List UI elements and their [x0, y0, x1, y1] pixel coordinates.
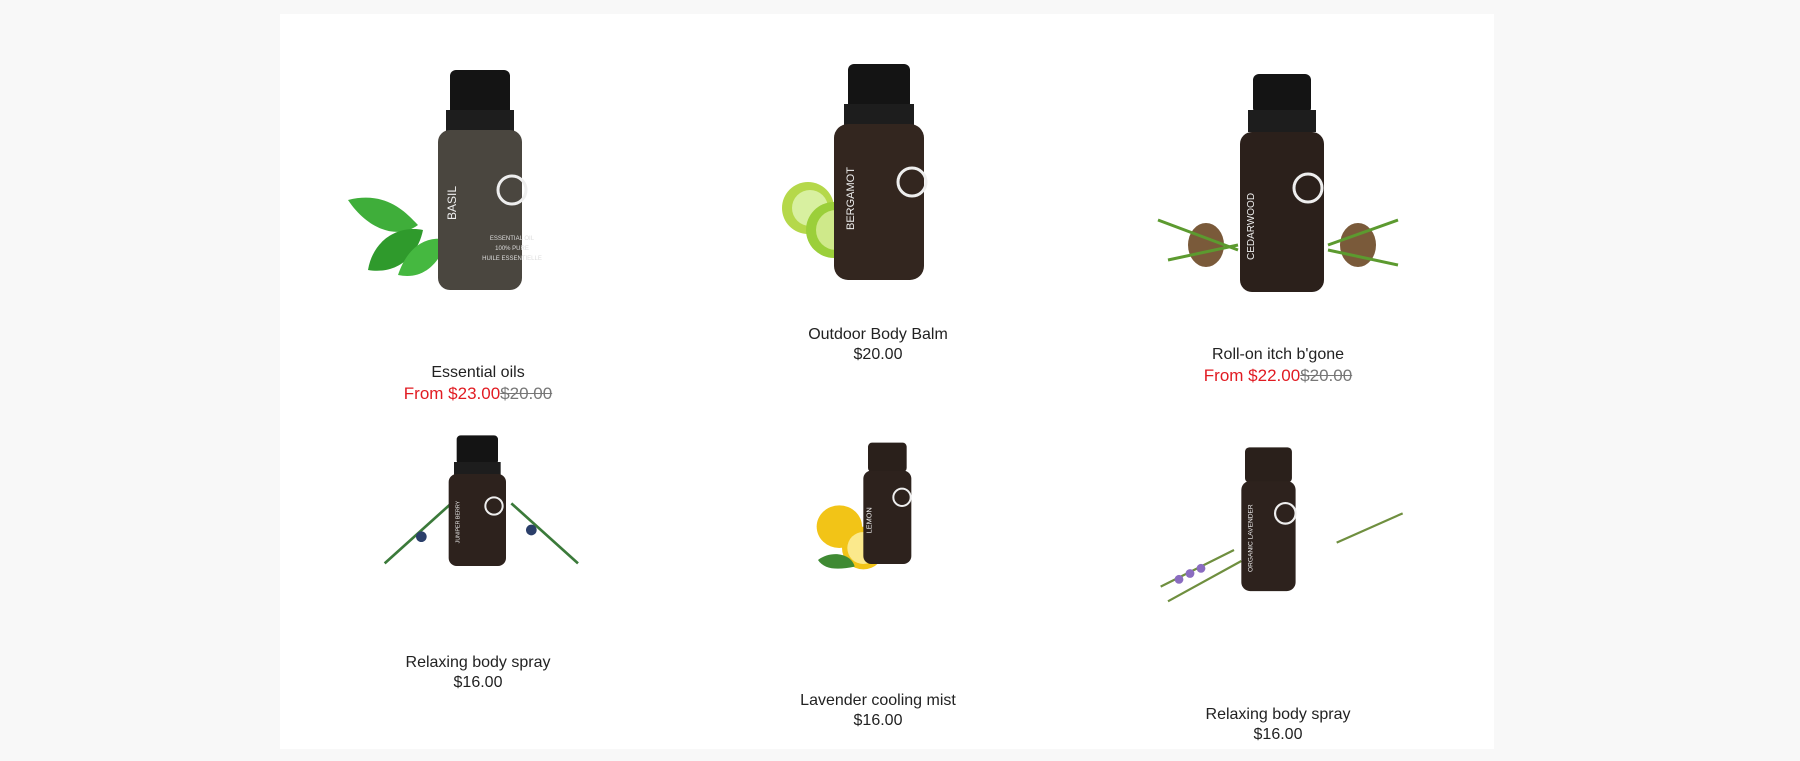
product-name[interactable]: Relaxing body spray [298, 654, 658, 672]
product-card[interactable]: BERGAMOT Outdoor Body Balm $20.00 [698, 40, 1058, 410]
was-price: $20.00 [1300, 366, 1353, 385]
product-image[interactable]: CEDARWOOD [1098, 40, 1458, 340]
bottle-line2: 100% PURE [495, 246, 529, 252]
product-price: From $22.00$20.00 [1098, 366, 1458, 386]
was-price: $20.00 [500, 384, 553, 403]
product-name[interactable]: Relaxing body spray [1098, 706, 1458, 724]
product-image[interactable]: BASIL ESSENTIAL OIL 100% PURE HUILE ESSE… [298, 40, 658, 340]
product-image[interactable]: ORGANIC LAVENDER [1098, 440, 1458, 660]
product-price: $16.00 [1253, 726, 1303, 743]
product-card[interactable]: JUNIPER BERRY Relaxing body spray $16.00 [298, 420, 658, 720]
product-image[interactable]: JUNIPER BERRY [298, 430, 658, 630]
product-name[interactable]: Essential oils [298, 364, 658, 382]
bottle-label: LEMON [864, 507, 873, 533]
product-name[interactable]: Lavender cooling mist [698, 692, 1058, 710]
bottle-label: CEDARWOOD [1246, 193, 1257, 260]
bottle-line3: HUILE ESSENTIELLE [482, 256, 542, 262]
bottle-icon [448, 435, 506, 566]
sale-price: From $22.00 [1203, 366, 1301, 385]
product-image[interactable]: BERGAMOT [698, 40, 1058, 340]
sale-price: From $23.00 [403, 384, 501, 403]
product-card[interactable]: CEDARWOOD Roll-on itch b'gone From $22.0… [1098, 40, 1458, 410]
product-name[interactable]: Outdoor Body Balm [698, 326, 1058, 344]
bottle-label: BERGAMOT [845, 167, 857, 230]
basil-leaf-icon [348, 197, 448, 276]
product-name[interactable]: Roll-on itch b'gone [1098, 346, 1458, 364]
product-price: $16.00 [853, 712, 903, 729]
product-card[interactable]: BASIL ESSENTIAL OIL 100% PURE HUILE ESSE… [298, 40, 658, 410]
product-card[interactable]: ORGANIC LAVENDER Relaxing body spray $16… [1098, 420, 1458, 743]
product-price: From $23.00$20.00 [298, 384, 658, 404]
bottle-icon [863, 442, 912, 564]
bottle-line1: ESSENTIAL OIL [490, 236, 535, 242]
bottle-label: BASIL [445, 186, 459, 220]
product-card[interactable]: LEMON Lavender cooling mist $16.00 [698, 420, 1058, 729]
bottle-label: JUNIPER BERRY [455, 500, 461, 543]
product-price: $20.00 [853, 346, 903, 363]
bottle-label: ORGANIC LAVENDER [1247, 504, 1254, 572]
product-price: $16.00 [453, 674, 503, 691]
product-image[interactable]: LEMON [698, 440, 1058, 640]
